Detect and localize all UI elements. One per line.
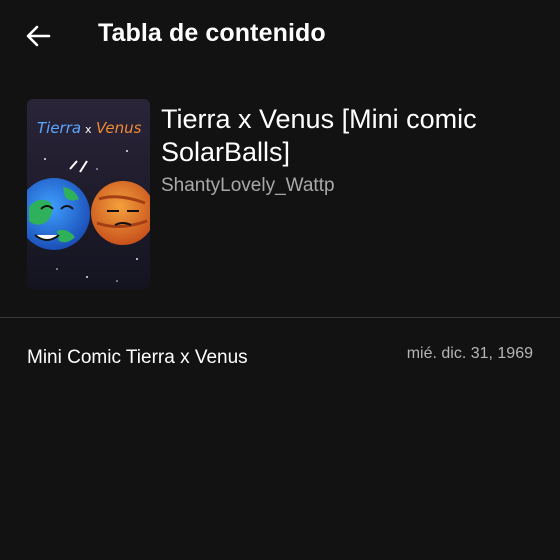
chapter-list-item[interactable]: Mini Comic Tierra x Venus mié. dic. 31, … [0,330,560,384]
story-author[interactable]: ShantyLovely_Wattp [161,175,335,197]
page-title: Tabla de contenido [98,19,326,47]
story-header-card[interactable]: Tierra x Venus Tierra x Venus [Mini comi… [27,99,537,291]
cover-text-venus: Venus [96,119,142,137]
arrow-left-icon [26,25,51,47]
divider [0,317,560,318]
chapter-date: mié. dic. 31, 1969 [406,345,533,362]
story-cover-image[interactable]: Tierra x Venus [27,99,150,289]
top-bar: Tabla de contenido [0,0,560,70]
story-title[interactable]: Tierra x Venus [Mini comic SolarBalls] [161,103,521,169]
chapter-title: Mini Comic Tierra x Venus [27,347,248,368]
back-button[interactable] [20,18,56,54]
app-screen: Tabla de contenido Tierra x Venus Tierra… [0,0,560,560]
cover-text-x: x [85,123,92,136]
cover-illustration: Tierra x Venus [27,99,150,289]
cover-text-tierra: Tierra [37,119,81,137]
